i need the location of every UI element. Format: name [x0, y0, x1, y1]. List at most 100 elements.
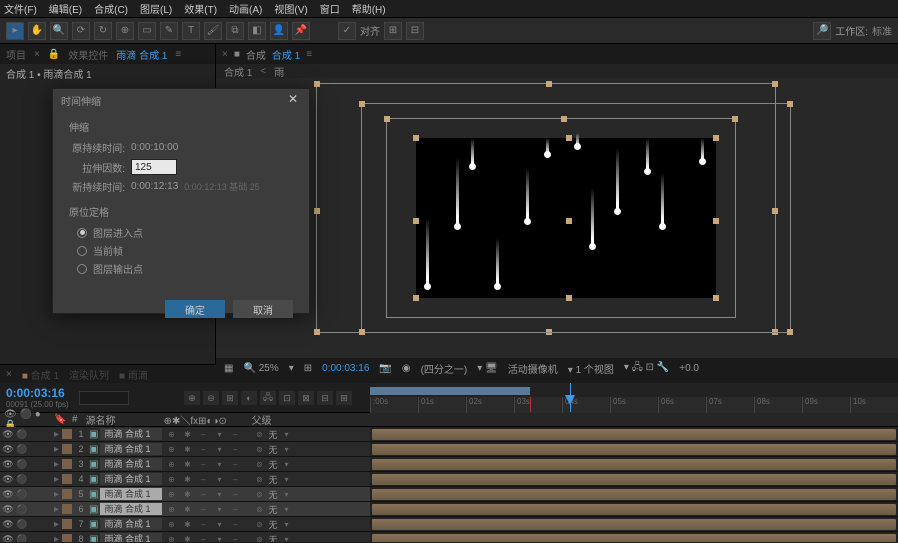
adj-switch[interactable]: ▾ [212, 518, 226, 530]
menu-help[interactable]: 帮助(H) [352, 1, 386, 16]
menu-view[interactable]: 视图(V) [274, 1, 307, 16]
solo-toggle[interactable]: ⚫ [16, 458, 28, 470]
tab-effect-controls-name[interactable]: 雨滴 合成 1 [116, 47, 167, 62]
snap-opt-1[interactable]: ⊞ [384, 22, 402, 40]
shy-switch[interactable]: ⊕ [164, 458, 178, 470]
fx-switch[interactable]: ✱ [180, 488, 194, 500]
parent-value[interactable]: 无 [268, 458, 277, 471]
expand-icon[interactable]: ▸ [54, 489, 59, 500]
3d-switch[interactable]: – [228, 533, 242, 542]
menu-layer[interactable]: 图层(L) [140, 1, 172, 16]
col-parent[interactable]: 父级 [252, 412, 272, 427]
fx-switch[interactable]: ✱ [180, 473, 194, 485]
solo-toggle[interactable]: ⚫ [16, 443, 28, 455]
radio-in-point[interactable] [77, 228, 87, 238]
tab-effect-controls-label[interactable]: 效果控件 [68, 47, 108, 62]
3d-switch[interactable]: – [228, 473, 242, 485]
viewer-tab-label[interactable]: 合成 [246, 47, 266, 62]
parent-pick[interactable]: ⊚ [252, 443, 266, 455]
stretch-factor-input[interactable] [131, 159, 177, 175]
adj-switch[interactable]: ▾ [212, 488, 226, 500]
fx-switch[interactable]: ✱ [180, 503, 194, 515]
lock-toggle[interactable] [30, 443, 42, 455]
viewer-subtab-1[interactable]: 合成 1 [224, 64, 252, 79]
orbit-tool[interactable]: ⟳ [72, 22, 90, 40]
fx-switch[interactable]: ✱ [180, 443, 194, 455]
solo-toggle[interactable]: ⚫ [16, 518, 28, 530]
zoom-level[interactable]: 🔍 25% [243, 363, 278, 374]
shy-switch[interactable]: ⊕ [164, 473, 178, 485]
label-color[interactable] [62, 519, 72, 529]
shy-switch[interactable]: ⊕ [164, 503, 178, 515]
timeline-tab-render[interactable]: 渲染队列 [69, 367, 109, 382]
mb-switch[interactable]: – [196, 458, 210, 470]
parent-value[interactable]: 无 [268, 518, 277, 531]
visibility-toggle[interactable]: 👁 [2, 488, 14, 500]
parent-pick[interactable]: ⊚ [252, 428, 266, 440]
timeline-tab-rain[interactable]: ■ 雨滴 [119, 367, 148, 382]
fx-switch[interactable]: ✱ [180, 518, 194, 530]
shy-switch[interactable]: ⊕ [164, 533, 178, 542]
ok-button[interactable]: 确定 [165, 300, 225, 318]
layer-row[interactable]: 👁 ⚫ ▸ 2 ▣ 雨滴 合成 1 ⊕ ✱ – ▾ – ⊚ 无 ▾ [0, 442, 898, 457]
solo-toggle[interactable]: ⚫ [16, 488, 28, 500]
layer-row[interactable]: 👁 ⚫ ▸ 8 ▣ 雨滴 合成 1 ⊕ ✱ – ▾ – ⊚ 无 ▾ [0, 532, 898, 542]
expand-icon[interactable]: ▸ [54, 474, 59, 485]
parent-pick[interactable]: ⊚ [252, 488, 266, 500]
fx-switch[interactable]: ✱ [180, 533, 194, 542]
pen-tool[interactable]: ✎ [160, 22, 178, 40]
adj-switch[interactable]: ▾ [212, 458, 226, 470]
composition-view[interactable] [416, 138, 716, 298]
3d-switch[interactable]: – [228, 428, 242, 440]
layer-name[interactable]: 雨滴 合成 1 [100, 458, 162, 470]
viewer-subtab-2[interactable]: 雨 [274, 64, 284, 79]
label-color[interactable] [62, 504, 72, 514]
visibility-toggle[interactable]: 👁 [2, 503, 14, 515]
3d-switch[interactable]: – [228, 458, 242, 470]
3d-switch[interactable]: – [228, 503, 242, 515]
visibility-toggle[interactable]: 👁 [2, 533, 14, 542]
tl-icon[interactable]: ⊕ [184, 391, 200, 405]
snap-toggle[interactable]: ✓ [338, 22, 356, 40]
layer-row[interactable]: 👁 ⚫ ▸ 1 ▣ 雨滴 合成 1 ⊕ ✱ – ▾ – ⊚ 无 ▾ [0, 427, 898, 442]
time-display[interactable]: 0:00:03:16 [322, 363, 369, 374]
tl-icon[interactable]: ⊟ [317, 391, 333, 405]
menu-window[interactable]: 窗口 [320, 1, 340, 16]
adj-switch[interactable]: ▾ [212, 473, 226, 485]
visibility-toggle[interactable]: 👁 [2, 428, 14, 440]
label-color[interactable] [62, 444, 72, 454]
selection-tool[interactable]: ▸ [6, 22, 24, 40]
expand-icon[interactable]: ▸ [54, 519, 59, 530]
parent-pick[interactable]: ⊚ [252, 518, 266, 530]
shy-switch[interactable]: ⊕ [164, 518, 178, 530]
layer-bar[interactable] [372, 504, 896, 515]
menu-effect[interactable]: 效果(T) [184, 1, 217, 16]
rotate-tool[interactable]: ↻ [94, 22, 112, 40]
expand-icon[interactable]: ▸ [54, 429, 59, 440]
parent-value[interactable]: 无 [268, 443, 277, 456]
expand-icon[interactable]: ▸ [54, 459, 59, 470]
lock-icon[interactable]: 🔒 [48, 49, 60, 60]
snapshot-icon[interactable]: ◉ [402, 363, 411, 374]
expand-icon[interactable]: ▸ [54, 444, 59, 455]
layer-row[interactable]: 👁 ⚫ ▸ 3 ▣ 雨滴 合成 1 ⊕ ✱ – ▾ – ⊚ 无 ▾ [0, 457, 898, 472]
label-color[interactable] [62, 429, 72, 439]
zoom-tool[interactable]: 🔍 [50, 22, 68, 40]
menu-anim[interactable]: 动画(A) [229, 1, 262, 16]
solo-toggle[interactable]: ⚫ [16, 473, 28, 485]
shy-switch[interactable]: ⊕ [164, 428, 178, 440]
expand-icon[interactable]: ▸ [54, 504, 59, 515]
hand-tool[interactable]: ✋ [28, 22, 46, 40]
adj-switch[interactable]: ▾ [212, 443, 226, 455]
cancel-button[interactable]: 取消 [233, 300, 293, 318]
anchor-tool[interactable]: ⊕ [116, 22, 134, 40]
tl-icon[interactable]: ⊞ [336, 391, 352, 405]
layer-name[interactable]: 雨滴 合成 1 [100, 428, 162, 440]
brush-tool[interactable]: 🖌 [204, 22, 222, 40]
layer-row[interactable]: 👁 ⚫ ▸ 5 ▣ 雨滴 合成 1 ⊕ ✱ – ▾ – ⊚ 无 ▾ [0, 487, 898, 502]
tl-icon[interactable]: ◐ [241, 391, 257, 405]
layer-bar[interactable] [372, 429, 896, 440]
tl-icon[interactable]: ⊖ [203, 391, 219, 405]
3d-switch[interactable]: – [228, 518, 242, 530]
parent-pick[interactable]: ⊚ [252, 533, 266, 542]
